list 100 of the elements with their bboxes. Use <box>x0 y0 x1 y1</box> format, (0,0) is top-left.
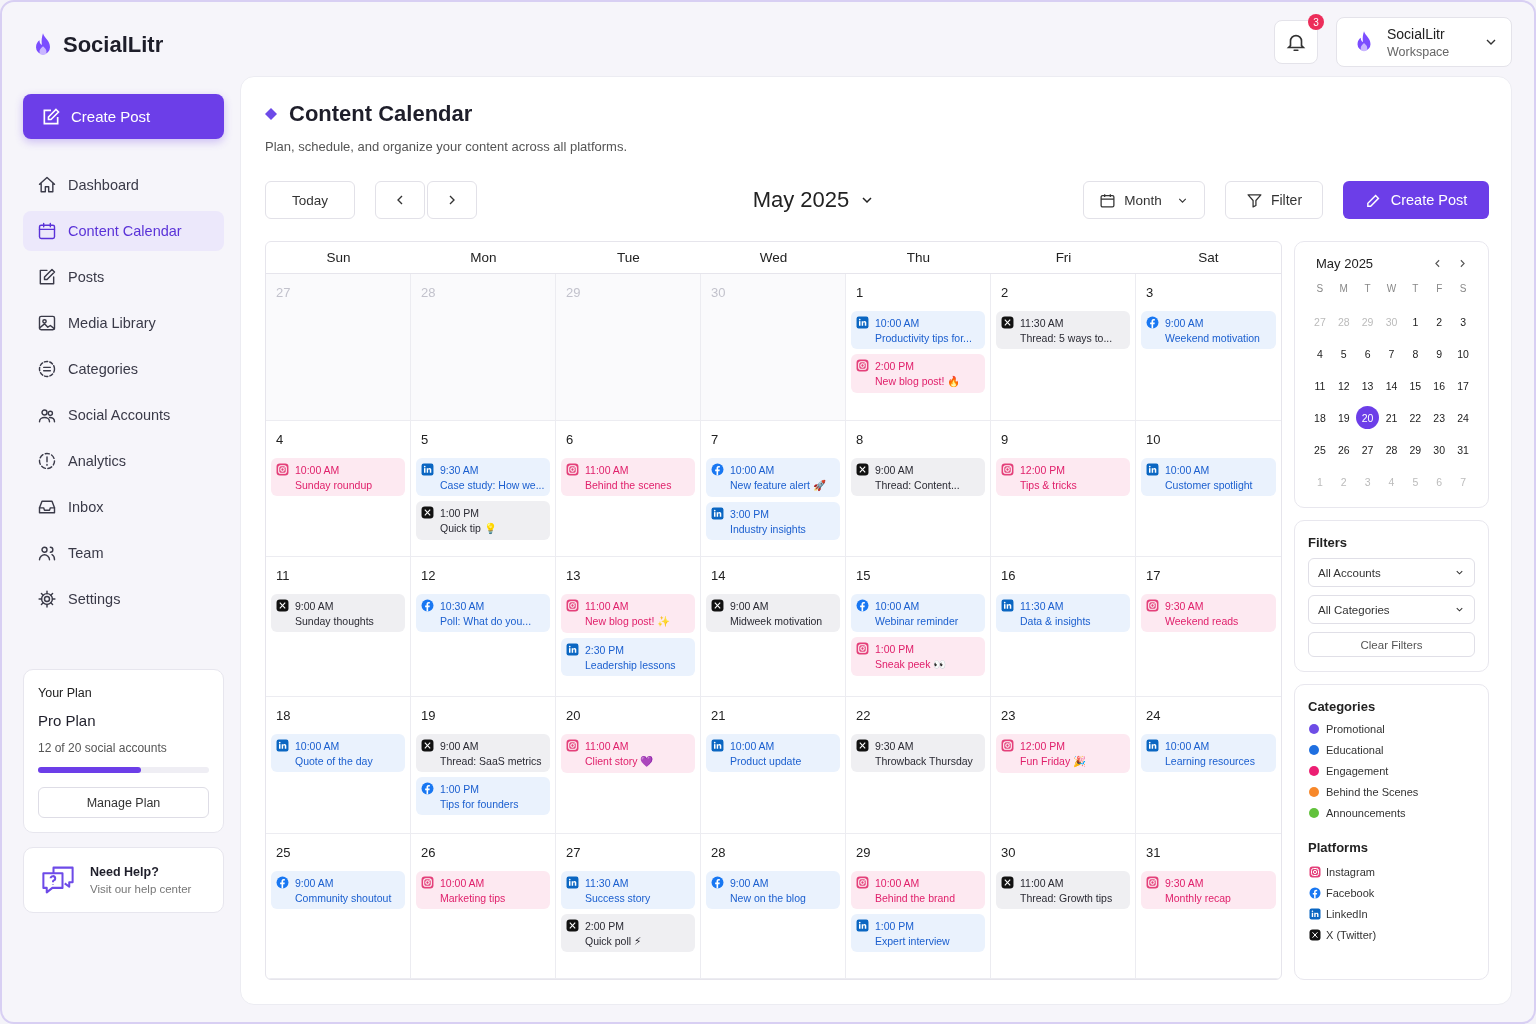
view-dropdown[interactable]: Month <box>1083 181 1205 219</box>
mini-day[interactable]: 10 <box>1451 342 1475 365</box>
post-chip[interactable]: 11:00 AM Thread: Growth tips <box>996 871 1130 909</box>
post-chip[interactable]: 9:00 AM Sunday thoughts <box>271 594 405 632</box>
month-picker[interactable]: May 2025 <box>746 186 882 214</box>
post-chip[interactable]: 12:00 PM Fun Friday 🎉 <box>996 734 1130 773</box>
filter-button[interactable]: Filter <box>1225 181 1323 219</box>
post-chip[interactable]: 9:30 AM Weekend reads <box>1141 594 1276 632</box>
post-chip[interactable]: 10:00 AM Product update <box>706 734 840 772</box>
post-chip[interactable]: 12:00 PM Tips & tricks <box>996 458 1130 496</box>
post-chip[interactable]: 2:30 PM Leadership lessons <box>561 638 695 676</box>
mini-day[interactable]: 1 <box>1403 310 1427 333</box>
mini-day[interactable]: 31 <box>1451 438 1475 461</box>
post-chip[interactable]: 9:00 AM Thread: SaaS metrics <box>416 734 550 772</box>
post-chip[interactable]: 2:00 PM Quick poll ⚡ <box>561 914 695 952</box>
clear-filters-button[interactable]: Clear Filters <box>1308 632 1475 657</box>
day-cell[interactable]: 21 10:00 AM Product update <box>701 697 846 834</box>
nav-item[interactable]: Posts <box>23 257 224 297</box>
mini-day[interactable]: 7 <box>1380 342 1403 365</box>
post-chip[interactable]: 11:30 AM Data & insights <box>996 594 1130 632</box>
day-cell[interactable]: 27 11:30 AM Success story 2:00 PM Quick poll ⚡ <box>556 834 701 979</box>
workspace-switcher[interactable]: SocialLitr Workspace <box>1336 17 1512 67</box>
mini-day[interactable]: 20 <box>1356 406 1380 429</box>
day-cell[interactable]: 26 10:00 AM Marketing tips <box>411 834 556 979</box>
post-chip[interactable]: 1:00 PM Tips for founders <box>416 777 550 815</box>
mini-day[interactable]: 8 <box>1403 342 1427 365</box>
nav-item[interactable]: Inbox <box>23 487 224 527</box>
day-cell[interactable]: 15 10:00 AM Webinar reminder 1:00 PM Sneak peek 👀 <box>846 557 991 697</box>
day-cell[interactable]: 19 9:00 AM Thread: SaaS metrics 1:00 PM Tips for founders <box>411 697 556 834</box>
mini-day[interactable]: 15 <box>1403 374 1427 397</box>
day-cell[interactable]: 25 9:00 AM Community shoutout <box>266 834 411 979</box>
mini-day[interactable]: 21 <box>1380 406 1403 429</box>
help-card[interactable]: Need Help? Visit our help center <box>23 847 224 913</box>
mini-day[interactable]: 13 <box>1356 374 1380 397</box>
day-cell[interactable]: 1 10:00 AM Productivity tips for... 2:00 PM New blog post! 🔥 <box>846 274 991 421</box>
post-chip[interactable]: 1:00 PM Expert interview <box>851 914 985 952</box>
today-button[interactable]: Today <box>265 181 355 219</box>
mini-day[interactable]: 18 <box>1308 406 1332 429</box>
mini-day[interactable]: 26 <box>1332 438 1356 461</box>
day-cell[interactable]: 6 11:00 AM Behind the scenes <box>556 421 701 557</box>
post-chip[interactable]: 10:00 AM Customer spotlight <box>1141 458 1276 496</box>
day-cell[interactable]: 12 10:30 AM Poll: What do you... <box>411 557 556 697</box>
nav-item[interactable]: Social Accounts <box>23 395 224 435</box>
manage-plan-button[interactable]: Manage Plan <box>38 787 209 818</box>
day-cell[interactable]: 4 10:00 AM Sunday roundup <box>266 421 411 557</box>
post-chip[interactable]: 1:00 PM Quick tip 💡 <box>416 501 550 540</box>
mini-day[interactable]: 29 <box>1403 438 1427 461</box>
filter-select[interactable]: All Categories <box>1308 595 1475 624</box>
day-cell[interactable]: 7 10:00 AM New feature alert 🚀 3:00 PM Industry insights <box>701 421 846 557</box>
create-post-button[interactable]: Create Post <box>1343 181 1489 219</box>
post-chip[interactable]: 9:30 AM Monthly recap <box>1141 871 1276 909</box>
mini-day[interactable]: 4 <box>1308 342 1332 365</box>
post-chip[interactable]: 10:00 AM Webinar reminder <box>851 594 985 632</box>
day-cell[interactable]: 5 9:30 AM Case study: How we... 1:00 PM Quick tip 💡 <box>411 421 556 557</box>
post-chip[interactable]: 2:00 PM New blog post! 🔥 <box>851 354 985 393</box>
day-cell[interactable]: 23 12:00 PM Fun Friday 🎉 <box>991 697 1136 834</box>
day-cell[interactable]: 9 12:00 PM Tips & tricks <box>991 421 1136 557</box>
post-chip[interactable]: 11:00 AM Client story 💜 <box>561 734 695 773</box>
post-chip[interactable]: 10:00 AM New feature alert 🚀 <box>706 458 840 497</box>
day-cell[interactable]: 30 11:00 AM Thread: Growth tips <box>991 834 1136 979</box>
nav-item[interactable]: Team <box>23 533 224 573</box>
mini-day[interactable]: 11 <box>1308 374 1332 397</box>
notifications-button[interactable] <box>1274 20 1318 64</box>
mini-day[interactable]: 22 <box>1403 406 1427 429</box>
post-chip[interactable]: 11:30 AM Success story <box>561 871 695 909</box>
mini-day[interactable]: 9 <box>1427 342 1451 365</box>
mini-day[interactable]: 19 <box>1332 406 1356 429</box>
day-cell[interactable]: 14 9:00 AM Midweek motivation <box>701 557 846 697</box>
mini-day[interactable]: 14 <box>1380 374 1403 397</box>
post-chip[interactable]: 9:00 AM Thread: Content... <box>851 458 985 496</box>
post-chip[interactable]: 9:30 AM Throwback Thursday <box>851 734 985 772</box>
day-cell[interactable]: 28 9:00 AM New on the blog <box>701 834 846 979</box>
post-chip[interactable]: 1:00 PM Sneak peek 👀 <box>851 637 985 676</box>
nav-item[interactable]: Settings <box>23 579 224 619</box>
post-chip[interactable]: 11:00 AM New blog post! ✨ <box>561 594 695 633</box>
mini-day[interactable]: 27 <box>1356 438 1380 461</box>
nav-item[interactable]: Analytics <box>23 441 224 481</box>
day-cell[interactable]: 8 9:00 AM Thread: Content... <box>846 421 991 557</box>
day-cell[interactable]: 16 11:30 AM Data & insights <box>991 557 1136 697</box>
post-chip[interactable]: 10:30 AM Poll: What do you... <box>416 594 550 632</box>
day-cell[interactable]: 17 9:30 AM Weekend reads <box>1136 557 1281 697</box>
post-chip[interactable]: 9:30 AM Case study: How we... <box>416 458 550 496</box>
nav-item[interactable]: Dashboard <box>23 165 224 205</box>
post-chip[interactable]: 10:00 AM Sunday roundup <box>271 458 405 496</box>
mini-day[interactable]: 30 <box>1427 438 1451 461</box>
post-chip[interactable]: 9:00 AM Community shoutout <box>271 871 405 909</box>
day-cell[interactable]: 13 11:00 AM New blog post! ✨ 2:30 PM Leadership lessons <box>556 557 701 697</box>
mini-day[interactable]: 6 <box>1356 342 1380 365</box>
post-chip[interactable]: 9:00 AM Weekend motivation <box>1141 311 1276 349</box>
day-cell[interactable]: 18 10:00 AM Quote of the day <box>266 697 411 834</box>
mini-day[interactable]: 24 <box>1451 406 1475 429</box>
post-chip[interactable]: 11:00 AM Behind the scenes <box>561 458 695 496</box>
post-chip[interactable]: 10:00 AM Productivity tips for... <box>851 311 985 349</box>
post-chip[interactable]: 10:00 AM Quote of the day <box>271 734 405 772</box>
post-chip[interactable]: 10:00 AM Behind the brand <box>851 871 985 909</box>
post-chip[interactable]: 9:00 AM New on the blog <box>706 871 840 909</box>
mini-day[interactable]: 28 <box>1380 438 1403 461</box>
mini-day[interactable]: 17 <box>1451 374 1475 397</box>
nav-item[interactable]: Categories <box>23 349 224 389</box>
nav-item[interactable]: Content Calendar <box>23 211 224 251</box>
